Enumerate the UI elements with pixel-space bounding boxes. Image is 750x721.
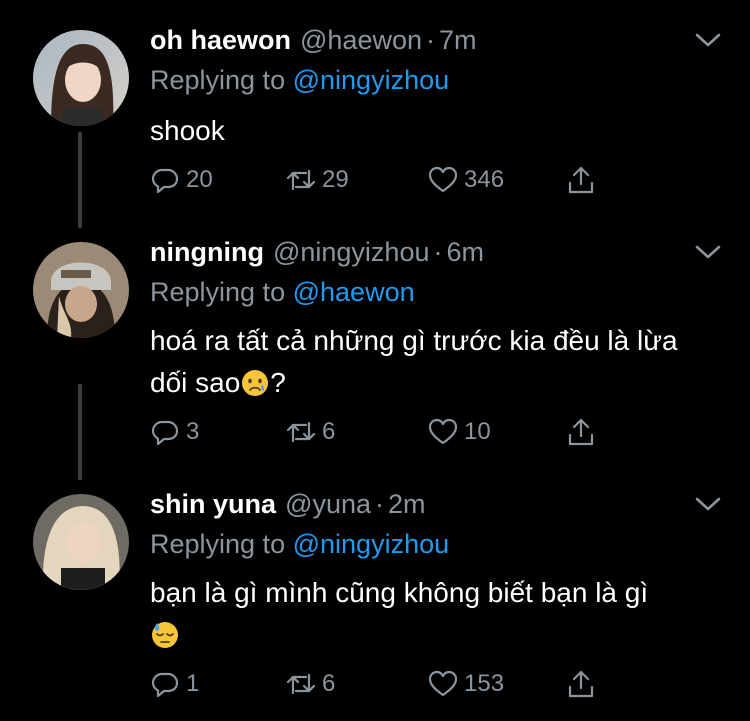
replying-to-handle[interactable]: @ningyizhou <box>293 529 450 559</box>
reply-count: 1 <box>186 670 200 697</box>
avatar[interactable] <box>33 242 129 338</box>
chevron-down-icon[interactable] <box>692 488 724 520</box>
reply-icon <box>151 420 179 446</box>
share-icon <box>568 166 594 194</box>
separator: · <box>433 237 443 267</box>
reply-count: 3 <box>186 418 200 445</box>
tweet-header: oh haewon @haewon · 7m <box>150 20 477 60</box>
like-count: 10 <box>464 418 491 445</box>
separator: · <box>426 25 435 55</box>
avatar[interactable] <box>33 30 129 126</box>
reply-button[interactable]: 3 <box>150 412 199 452</box>
crying-face-emoji-icon <box>242 370 269 396</box>
replying-to-handle[interactable]: @ningyizhou <box>293 65 450 95</box>
display-name[interactable]: oh haewon <box>150 20 291 60</box>
reply-button[interactable]: 20 <box>150 160 213 200</box>
tweet[interactable]: shin yuna @yuna · 2m Replying to @ningyi… <box>0 484 750 714</box>
tweet-text-line: bạn là gì mình cũng không biết bạn là gì <box>150 577 649 608</box>
share-button[interactable] <box>566 160 602 200</box>
like-button[interactable]: 153 <box>428 664 504 704</box>
action-bar: 1 6 153 <box>150 664 620 704</box>
like-icon <box>428 166 458 193</box>
retweet-button[interactable]: 29 <box>286 160 349 200</box>
tweet-header: shin yuna @yuna · 2m <box>150 484 426 524</box>
user-handle[interactable]: @haewon <box>300 20 422 60</box>
like-icon <box>428 418 458 445</box>
replying-to-label: Replying to <box>150 65 286 95</box>
retweet-icon <box>286 421 316 443</box>
like-button[interactable]: 10 <box>428 412 491 452</box>
replying-to: Replying to @ningyizhou <box>150 60 449 100</box>
action-bar: 20 29 346 <box>150 160 620 200</box>
like-count: 346 <box>464 166 505 193</box>
replying-to: Replying to @ningyizhou <box>150 524 449 564</box>
retweet-count: 6 <box>322 418 336 445</box>
tweet-text-line: dối sao ? <box>150 362 720 404</box>
user-handle[interactable]: @yuna <box>285 484 371 524</box>
share-button[interactable] <box>566 412 602 452</box>
tweet-text-line: hoá ra tất cả những gì trước kia đều là … <box>150 325 678 356</box>
tweet-text: bạn là gì mình cũng không biết bạn là gì <box>150 572 720 656</box>
replying-to-label: Replying to <box>150 529 286 559</box>
display-name[interactable]: ningning <box>150 232 264 272</box>
chevron-down-icon[interactable] <box>692 236 724 268</box>
tweet-text-line: shook <box>150 115 225 146</box>
tweet-text-line <box>150 614 720 656</box>
share-icon <box>568 418 594 446</box>
retweet-button[interactable]: 6 <box>286 664 335 704</box>
reply-button[interactable]: 1 <box>150 664 199 704</box>
avatar[interactable] <box>33 494 129 590</box>
action-bar: 3 6 10 <box>150 412 620 452</box>
replying-to: Replying to @haewon <box>150 272 415 312</box>
reply-icon <box>151 168 179 194</box>
replying-to-handle[interactable]: @haewon <box>293 277 415 307</box>
retweet-icon <box>286 673 316 695</box>
retweet-button[interactable]: 6 <box>286 412 335 452</box>
retweet-icon <box>286 169 316 191</box>
retweet-count: 29 <box>322 166 349 193</box>
timestamp[interactable]: 2m <box>388 484 426 524</box>
tweet-text-segment: ? <box>270 367 286 398</box>
tweet[interactable]: oh haewon @haewon · 7m Replying to @ning… <box>0 20 750 220</box>
tweet-text: hoá ra tất cả những gì trước kia đều là … <box>150 320 720 404</box>
separator: · <box>375 489 384 519</box>
tweet-text: shook <box>150 112 720 150</box>
share-icon <box>568 670 594 698</box>
timestamp[interactable]: 6m <box>446 232 484 272</box>
reply-icon <box>151 672 179 698</box>
timestamp[interactable]: 7m <box>439 20 477 60</box>
chevron-down-icon[interactable] <box>692 24 724 56</box>
like-count: 153 <box>464 670 505 697</box>
like-icon <box>428 670 458 697</box>
display-name[interactable]: shin yuna <box>150 484 276 524</box>
tweet-text-segment: dối sao <box>150 367 241 398</box>
tweet[interactable]: ningning @ningyizhou · 6m Replying to @h… <box>0 232 750 462</box>
like-button[interactable]: 346 <box>428 160 504 200</box>
tweet-header: ningning @ningyizhou · 6m <box>150 232 484 272</box>
downcast-face-with-sweat-emoji-icon <box>152 622 178 648</box>
reply-count: 20 <box>186 166 213 193</box>
retweet-count: 6 <box>322 670 336 697</box>
tweet-thread: oh haewon @haewon · 7m Replying to @ning… <box>0 0 750 721</box>
user-handle[interactable]: @ningyizhou <box>273 232 430 272</box>
share-button[interactable] <box>566 664 602 704</box>
replying-to-label: Replying to <box>150 277 286 307</box>
